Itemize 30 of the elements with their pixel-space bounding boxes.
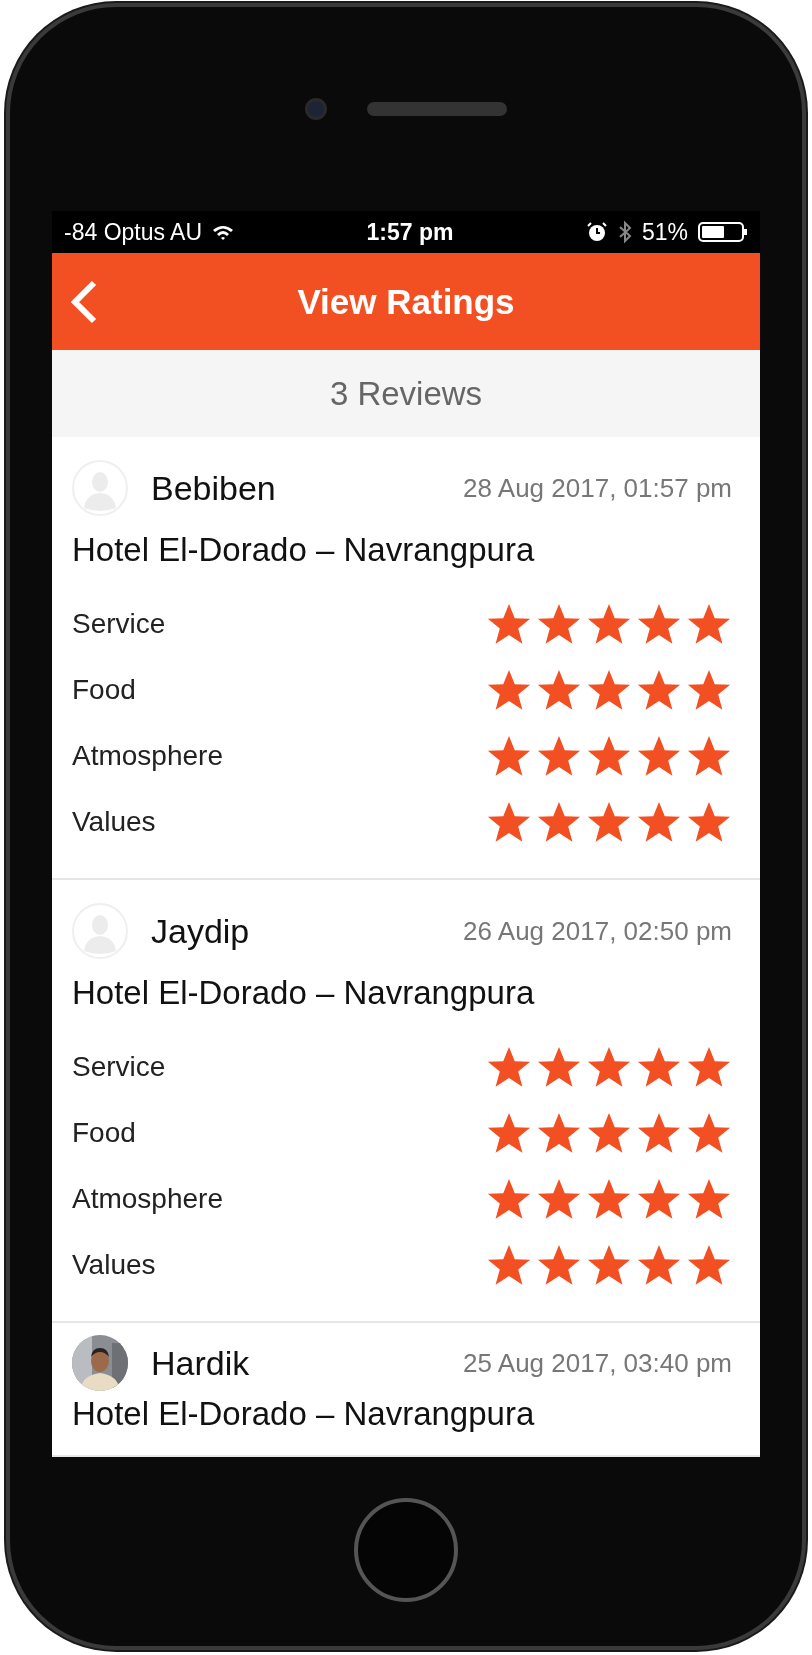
camera-icon <box>305 98 327 120</box>
alarm-clock-icon <box>585 221 608 243</box>
rating-label: Atmosphere <box>72 1183 223 1215</box>
review-date: 25 Aug 2017, 03:40 pm <box>463 1347 732 1379</box>
reviewer-name: Hardik <box>151 1343 251 1383</box>
page-title: View Ratings <box>297 281 515 322</box>
review-date: 26 Aug 2017, 02:50 pm <box>463 915 732 947</box>
chevron-left-icon <box>69 280 99 324</box>
rating-label: Service <box>72 1051 166 1083</box>
rating-label: Food <box>72 674 136 706</box>
home-button[interactable] <box>353 1497 459 1603</box>
rating-label: Values <box>72 806 156 838</box>
reviewer-name: Jaydip <box>151 911 251 951</box>
rating-label: Food <box>72 1117 136 1149</box>
battery-percentage: 51% <box>641 218 688 246</box>
review-count: 3 Reviews <box>52 350 760 437</box>
bluetooth-icon <box>617 220 632 244</box>
time-text: 1:57 pm <box>366 218 454 246</box>
battery-icon <box>698 222 748 242</box>
rating-label: Atmosphere <box>72 740 223 772</box>
reviewer-name: Bebiben <box>151 468 277 508</box>
rating-label: Values <box>72 1249 156 1281</box>
hotel-name: Hotel El-Dorado – Navrangpura <box>72 1395 536 1433</box>
speaker-icon <box>367 102 507 116</box>
wifi-icon <box>212 223 235 241</box>
hotel-name: Hotel El-Dorado – Navrangpura <box>72 974 536 1012</box>
review-date: 28 Aug 2017, 01:57 pm <box>463 472 732 504</box>
rating-label: Service <box>72 608 166 640</box>
carrier-text: -84 Optus AU <box>64 218 203 246</box>
hotel-name: Hotel El-Dorado – Navrangpura <box>72 531 536 569</box>
